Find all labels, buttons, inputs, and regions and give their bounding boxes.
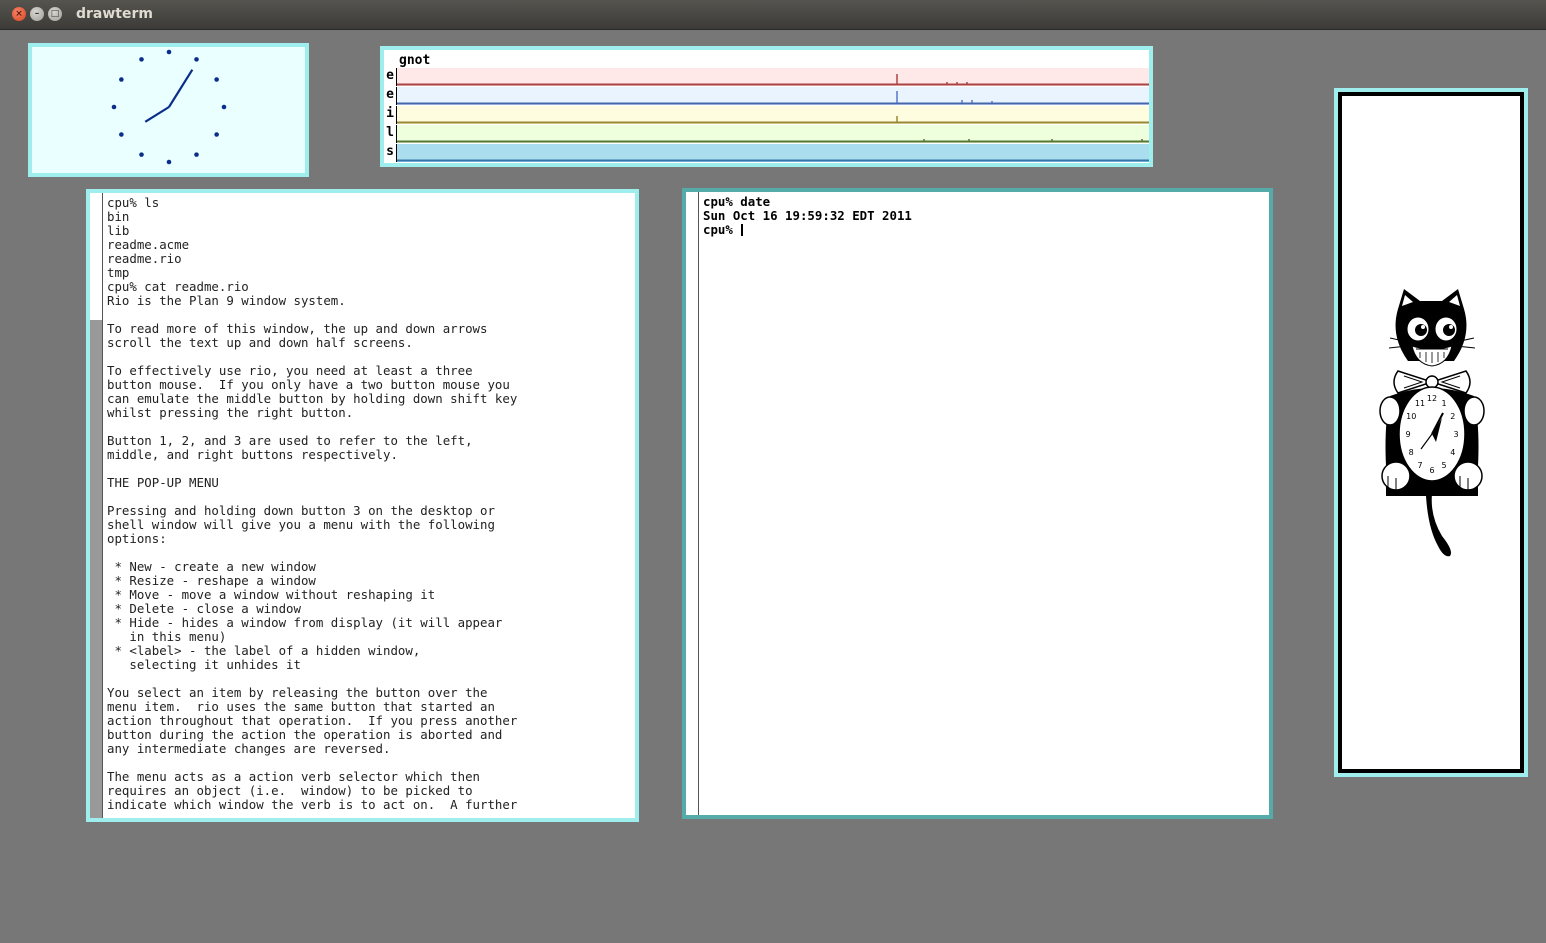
stat-row: e [384, 87, 1149, 105]
kittycat-clock-number: 11 [1415, 399, 1425, 408]
stat-label: s [384, 144, 397, 162]
clock-hour-mark [221, 104, 227, 110]
shell-text[interactable]: cpu% date Sun Oct 16 19:59:32 EDT 2011 c… [703, 195, 1265, 815]
stat-label: e [384, 87, 397, 105]
kittycat-clock-number: 10 [1406, 412, 1416, 421]
kittycat-clock-number: 4 [1450, 448, 1455, 457]
scrollbar-thumb[interactable] [90, 320, 102, 818]
stats-window[interactable]: gnot eeils [380, 46, 1153, 167]
kittycat-clock-number: 3 [1453, 430, 1458, 439]
clock-hour-mark [214, 77, 219, 82]
clock-hour-mark [194, 57, 199, 62]
kittycat-clock-number: 5 [1441, 461, 1446, 470]
stat-label: l [384, 125, 397, 143]
analog-clock [111, 49, 227, 165]
clock-hour-mark [166, 159, 172, 165]
stat-graph [397, 106, 1149, 124]
minimize-window-button[interactable]: – [30, 7, 44, 21]
scrollbar[interactable] [90, 193, 103, 818]
kittycat-clock-number: 1 [1441, 399, 1446, 408]
minimize-icon: – [34, 9, 40, 19]
clock-hour-mark [111, 104, 117, 110]
stat-graph [397, 144, 1149, 162]
close-icon: × [15, 9, 23, 19]
scrollbar-thumb[interactable] [686, 192, 698, 815]
clock-window[interactable] [28, 43, 309, 177]
clock-hour-mark [214, 132, 219, 137]
stat-row: s [384, 144, 1149, 162]
close-window-button[interactable]: × [12, 7, 26, 21]
stat-row: e [384, 68, 1149, 86]
clock-hour-mark [139, 57, 144, 62]
stat-graph [397, 87, 1149, 105]
kittycat-clock-number: 12 [1427, 394, 1437, 403]
maximize-window-button[interactable]: □ [48, 7, 62, 21]
window-title: drawterm [76, 6, 153, 22]
readme-shell-window[interactable]: cpu% ls bin lib readme.acme readme.rio t… [86, 189, 639, 822]
clock-hour-mark [139, 152, 144, 157]
kittycat-clock-number: 6 [1429, 466, 1434, 475]
kittycat-clock-number: 7 [1417, 461, 1422, 470]
stat-label: e [384, 68, 397, 86]
stats-title: gnot [399, 53, 431, 68]
stat-row: i [384, 106, 1149, 124]
stat-label: i [384, 106, 397, 124]
stat-graph [397, 68, 1149, 86]
kittycat-clock-number: 2 [1450, 412, 1455, 421]
text-cursor [741, 224, 744, 236]
kittycat-window[interactable]: 12 1 2 3 4 5 6 7 8 9 10 11 [1334, 88, 1528, 777]
window-titlebar: × – □ drawterm [0, 0, 1546, 30]
kittycat-clock-number: 9 [1405, 430, 1410, 439]
maximize-icon: □ [50, 9, 60, 19]
clock-hour-hand [144, 106, 170, 123]
shell-text[interactable]: cpu% ls bin lib readme.acme readme.rio t… [107, 196, 631, 818]
kittycat-clock-image: 12 12 3 45678 9 10 11 [1379, 289, 1485, 557]
stat-row: l [384, 125, 1149, 143]
clock-hour-mark [119, 132, 124, 137]
clock-minute-hand [168, 69, 194, 108]
kittycat-clock-number: 8 [1409, 448, 1414, 457]
scrollbar[interactable] [686, 192, 699, 815]
current-shell-window[interactable]: cpu% date Sun Oct 16 19:59:32 EDT 2011 c… [682, 188, 1273, 819]
stat-graph [397, 125, 1149, 143]
clock-hour-mark [166, 49, 172, 55]
clock-hour-mark [119, 77, 124, 82]
clock-hour-mark [194, 152, 199, 157]
kittycat-canvas: 12 1 2 3 4 5 6 7 8 9 10 11 [1342, 96, 1520, 769]
